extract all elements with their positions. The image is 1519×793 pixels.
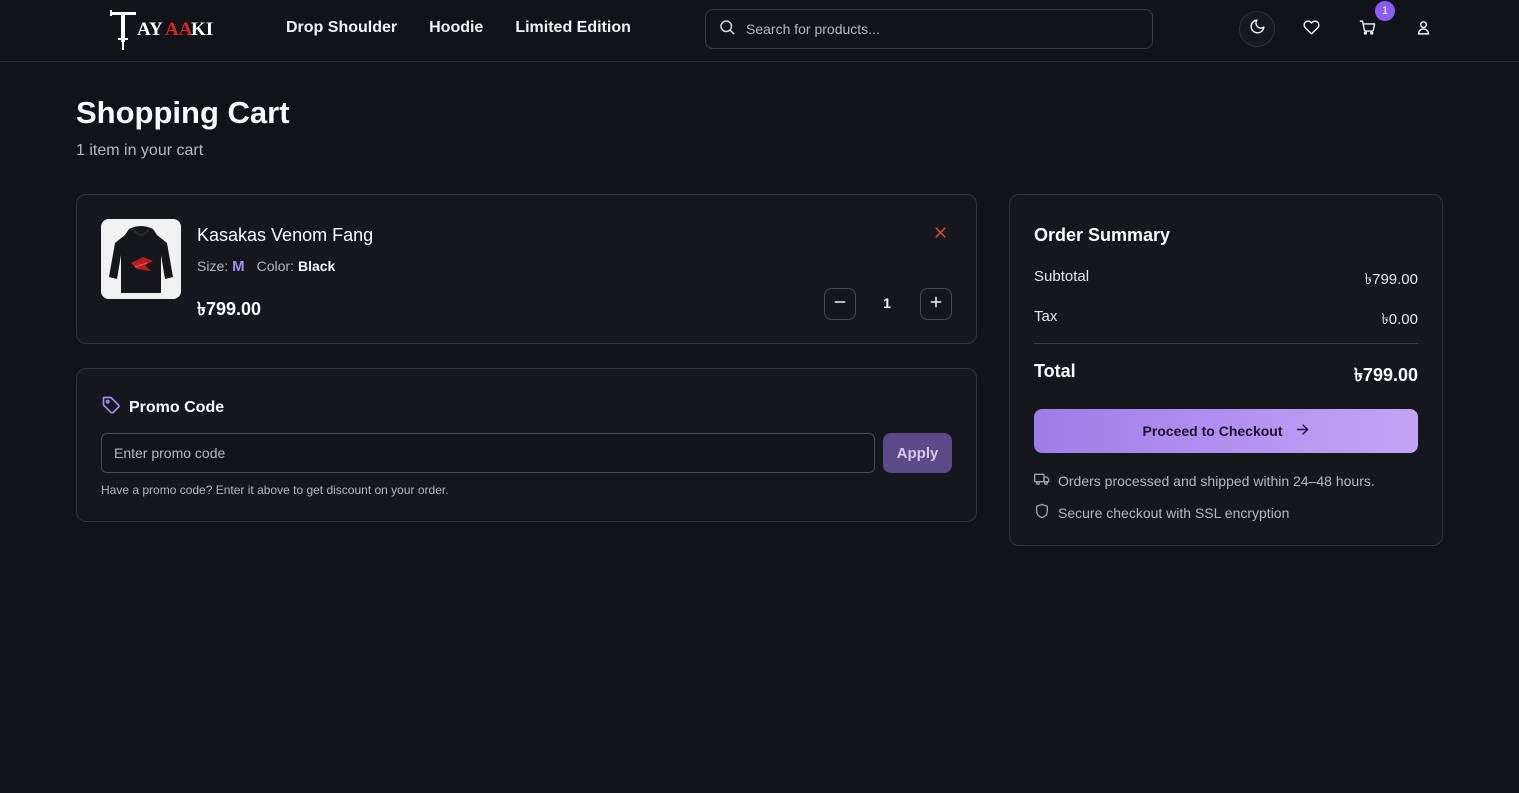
tag-icon: [101, 395, 121, 420]
close-icon: [934, 226, 947, 244]
brand-logo[interactable]: AY AA KI: [108, 6, 218, 52]
shipping-note: Orders processed and shipped within 24–4…: [1034, 471, 1375, 490]
promo-title-text: Promo Code: [129, 398, 225, 416]
svg-text:AA: AA: [165, 19, 193, 40]
main-nav: Drop Shoulder Hoodie Limited Edition: [286, 19, 631, 37]
color-value: Black: [297, 258, 336, 274]
decrease-quantity-button[interactable]: [824, 288, 856, 320]
svg-text:KI: KI: [191, 19, 213, 40]
nav-drop-shoulder[interactable]: Drop Shoulder: [286, 19, 397, 37]
order-summary-card: Order Summary Subtotal ৳799.00 Tax ৳0.00…: [1009, 194, 1443, 546]
total-label: Total: [1034, 361, 1076, 381]
tax-value: ৳0.00: [1381, 311, 1418, 328]
subtotal-value: ৳799.00: [1364, 271, 1418, 288]
summary-divider: [1034, 343, 1418, 344]
shield-icon: [1034, 503, 1050, 522]
wishlist-button[interactable]: [1293, 12, 1329, 48]
secure-note-text: Secure checkout with SSL encryption: [1058, 504, 1290, 521]
theme-toggle-button[interactable]: [1239, 11, 1275, 47]
order-summary-title: Order Summary: [1034, 225, 1171, 245]
checkout-label: Proceed to Checkout: [1142, 423, 1283, 439]
product-image[interactable]: [101, 219, 181, 299]
cart-item-card: Kasakas Venom Fang Size: M Color: Black ৳79…: [76, 194, 977, 344]
product-attributes: Size: M Color: Black: [197, 258, 335, 275]
cart-icon: [1359, 19, 1376, 41]
page-title: Shopping Cart: [76, 95, 290, 130]
account-button[interactable]: [1405, 12, 1441, 48]
search-box: [705, 9, 1153, 49]
search-icon: [718, 18, 736, 41]
subtotal-row: Subtotal ৳799.00: [1034, 268, 1418, 293]
secure-note: Secure checkout with SSL encryption: [1034, 503, 1289, 522]
search-input[interactable]: [746, 21, 1146, 37]
proceed-to-checkout-button[interactable]: Proceed to Checkout: [1034, 409, 1418, 453]
remove-item-button[interactable]: [930, 225, 950, 245]
logo-mark: AY AA KI: [110, 10, 213, 50]
nav-limited-edition[interactable]: Limited Edition: [515, 19, 631, 37]
promo-code-card: Promo Code Apply Have a promo code? Ente…: [76, 368, 977, 522]
tax-label: Tax: [1034, 308, 1058, 325]
apply-promo-button[interactable]: Apply: [883, 433, 952, 473]
plus-icon: [929, 295, 943, 314]
size-value: M: [232, 258, 245, 275]
promo-title: Promo Code: [101, 395, 224, 420]
shipping-note-text: Orders processed and shipped within 24–4…: [1058, 472, 1375, 489]
total-value: ৳799.00: [1353, 365, 1418, 385]
minus-icon: [833, 295, 847, 314]
size-label: Size:: [197, 258, 229, 274]
user-icon: [1415, 19, 1432, 41]
svg-text:AY: AY: [137, 19, 163, 40]
nav-hoodie[interactable]: Hoodie: [429, 19, 483, 37]
quantity-value: 1: [883, 295, 891, 311]
color-label: Color:: [256, 258, 294, 274]
cart-item-count: 1 item in your cart: [76, 142, 204, 159]
moon-icon: [1249, 18, 1266, 40]
cart-count-badge: 1: [1375, 1, 1395, 21]
product-price: ৳799.00: [197, 299, 262, 319]
site-header: AY AA KI Drop Shoulder Hoodie Limited Ed…: [0, 0, 1519, 62]
arrow-right-icon: [1295, 422, 1310, 440]
heart-icon: [1302, 19, 1320, 41]
total-row: Total ৳799.00: [1034, 361, 1418, 392]
tax-row: Tax ৳0.00: [1034, 308, 1418, 333]
product-name[interactable]: Kasakas Venom Fang: [197, 225, 373, 246]
promo-code-input[interactable]: [101, 433, 875, 473]
truck-icon: [1034, 471, 1050, 490]
promo-hint: Have a promo code? Enter it above to get…: [101, 483, 449, 497]
subtotal-label: Subtotal: [1034, 268, 1090, 285]
increase-quantity-button[interactable]: [920, 288, 952, 320]
